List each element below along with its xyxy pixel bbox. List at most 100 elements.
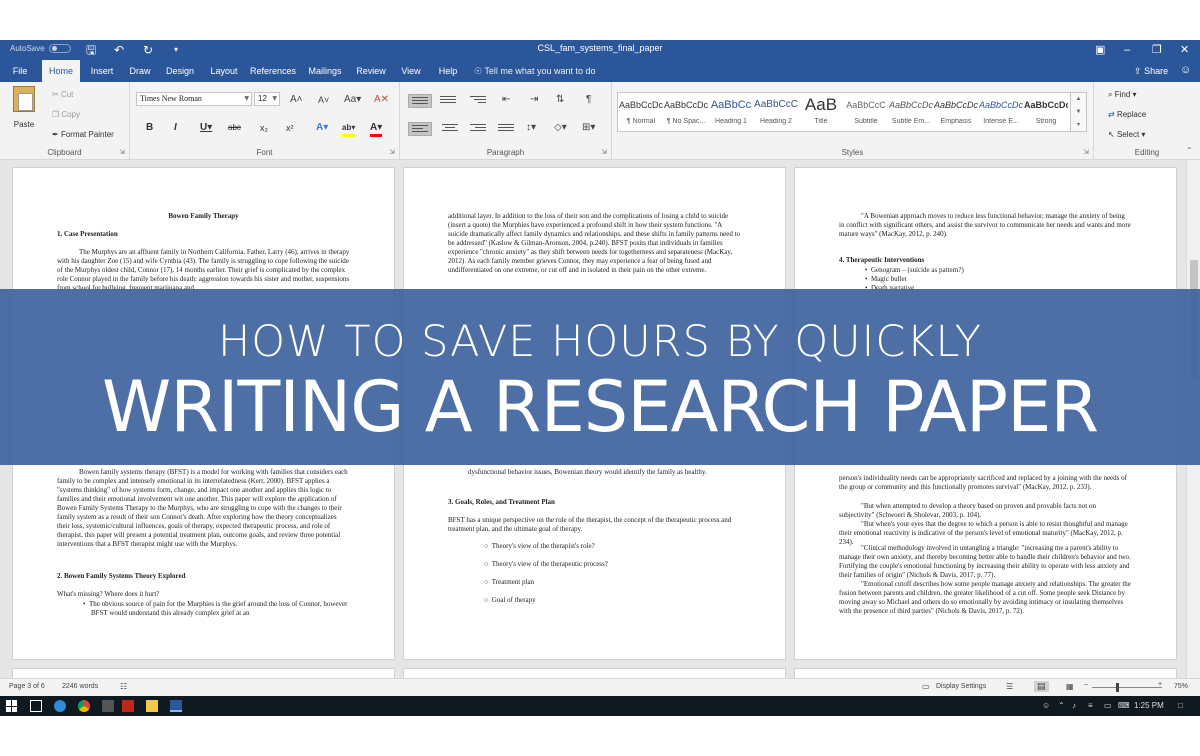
app-icon[interactable] xyxy=(102,700,114,712)
file-explorer-icon[interactable] xyxy=(146,700,158,712)
align-right-icon[interactable] xyxy=(470,124,486,136)
font-color-icon[interactable]: A▾ xyxy=(370,122,383,137)
cut-button[interactable]: ✂ Cut xyxy=(52,90,73,99)
dialog-launcher-icon[interactable]: ⇲ xyxy=(1083,148,1089,156)
battery-icon[interactable]: ▭ xyxy=(1104,701,1112,710)
clock[interactable]: 1:25 PM xyxy=(1134,701,1164,710)
paste-button[interactable]: Paste xyxy=(8,86,40,129)
smiley-feedback-icon[interactable]: ☺ xyxy=(1180,64,1191,76)
style-title[interactable]: AaB Title xyxy=(799,96,843,130)
print-layout-icon[interactable]: ▤ xyxy=(1034,681,1049,692)
tab-layout[interactable]: Layout xyxy=(206,60,242,82)
edge-browser-icon[interactable] xyxy=(54,700,66,712)
font-size-select[interactable]: 12 ▼ xyxy=(254,92,280,106)
style-no-spacing[interactable]: AaBbCcDc ¶ No Spac... xyxy=(664,96,708,130)
select-button[interactable]: ↖ Select ▾ xyxy=(1108,130,1145,139)
style-heading-2[interactable]: AaBbCcC Heading 2 xyxy=(754,96,798,130)
tray-overflow-icon[interactable]: ⌃ xyxy=(1058,701,1065,710)
font-name-select[interactable]: Times New Roman ▼ xyxy=(136,92,252,106)
shading-icon[interactable]: ◇▾ xyxy=(554,122,567,134)
sort-icon[interactable]: ⇅ xyxy=(556,94,564,106)
copy-button[interactable]: ❐ Copy xyxy=(52,110,80,119)
show-formatting-marks-icon[interactable]: ¶ xyxy=(586,94,591,106)
tab-mailings[interactable]: Mailings xyxy=(306,60,344,82)
notifications-icon[interactable]: □ xyxy=(1178,701,1183,710)
style-normal[interactable]: AaBbCcDc ¶ Normal xyxy=(619,96,663,130)
windows-start-icon[interactable] xyxy=(6,700,18,712)
bullets-icon[interactable] xyxy=(408,94,432,108)
style-intense-emphasis[interactable]: AaBbCcDc Intense E... xyxy=(979,96,1023,130)
borders-icon[interactable]: ⊞▾ xyxy=(582,122,595,134)
multilevel-list-icon[interactable] xyxy=(470,96,486,108)
tab-insert[interactable]: Insert xyxy=(86,60,118,82)
style-heading-1[interactable]: AaBbCc Heading 1 xyxy=(709,96,753,130)
ribbon-display-options-icon[interactable]: ▣ xyxy=(1095,42,1105,58)
volume-icon[interactable]: ♪ xyxy=(1072,701,1076,710)
italic-icon[interactable]: I xyxy=(174,122,177,134)
subscript-icon[interactable]: x₂ xyxy=(260,122,268,134)
style-emphasis[interactable]: AaBbCcDc Emphasis xyxy=(934,96,978,130)
align-center-icon[interactable] xyxy=(442,124,458,136)
clear-formatting-icon[interactable]: A✕ xyxy=(374,94,389,106)
zoom-slider-handle[interactable] xyxy=(1116,683,1119,692)
format-painter-button[interactable]: ✒ Format Painter xyxy=(52,130,114,139)
styles-gallery-scroll[interactable]: ▲ ▼ ▾ xyxy=(1071,92,1087,132)
display-settings-button[interactable]: Display Settings xyxy=(936,683,986,690)
style-strong[interactable]: AaBbCcDc Strong xyxy=(1024,96,1068,130)
network-icon[interactable]: ≡ xyxy=(1088,701,1093,710)
undo-icon[interactable]: ↶ xyxy=(114,42,124,58)
find-button[interactable]: ⌕ Find ▾ xyxy=(1108,90,1137,100)
style-subtitle[interactable]: AaBbCcC Subtitle xyxy=(844,96,888,130)
tab-home[interactable]: Home xyxy=(42,60,80,82)
tab-help[interactable]: Help xyxy=(434,60,462,82)
tab-design[interactable]: Design xyxy=(162,60,198,82)
restore-icon[interactable]: ❐ xyxy=(1152,42,1162,58)
align-left-icon[interactable] xyxy=(408,122,432,136)
highlight-color-icon[interactable]: ab▾ xyxy=(342,122,356,137)
zoom-in-icon[interactable]: + xyxy=(1158,681,1162,688)
people-icon[interactable]: ☺ xyxy=(1042,701,1050,710)
proofing-icon[interactable]: ☷ xyxy=(120,682,127,691)
document-page[interactable] xyxy=(794,668,1177,678)
dialog-launcher-icon[interactable]: ⇲ xyxy=(601,148,607,156)
underline-icon[interactable]: U▾ xyxy=(200,122,212,134)
decrease-indent-icon[interactable]: ⇤ xyxy=(502,94,510,106)
task-view-icon[interactable] xyxy=(30,700,42,712)
tab-references[interactable]: References xyxy=(250,60,296,82)
shrink-font-icon[interactable]: A˅ xyxy=(318,94,329,106)
collapse-ribbon-icon[interactable]: ⌃ xyxy=(1186,146,1193,155)
dialog-launcher-icon[interactable]: ⇲ xyxy=(119,148,125,156)
grow-font-icon[interactable]: A˄ xyxy=(290,94,303,106)
increase-indent-icon[interactable]: ⇥ xyxy=(530,94,538,106)
superscript-icon[interactable]: x² xyxy=(286,122,294,134)
tell-me-search[interactable]: ☉ Tell me what you want to do xyxy=(474,60,595,82)
tab-file[interactable]: File xyxy=(6,60,34,82)
close-icon[interactable]: ✕ xyxy=(1180,42,1189,58)
word-app-icon[interactable] xyxy=(170,700,182,712)
word-count[interactable]: 2246 words xyxy=(62,683,98,690)
text-effects-icon[interactable]: A▾ xyxy=(316,122,328,134)
tab-view[interactable]: View xyxy=(398,60,424,82)
tab-review[interactable]: Review xyxy=(354,60,388,82)
redo-icon[interactable]: ↻ xyxy=(143,42,153,58)
zoom-level[interactable]: 75% xyxy=(1174,683,1188,690)
document-page[interactable] xyxy=(12,668,395,678)
strikethrough-icon[interactable]: abc xyxy=(228,122,241,134)
document-page[interactable] xyxy=(403,668,786,678)
dialog-launcher-icon[interactable]: ⇲ xyxy=(389,148,395,156)
chrome-browser-icon[interactable] xyxy=(78,700,90,712)
line-spacing-icon[interactable]: ↕▾ xyxy=(526,122,536,134)
save-icon[interactable]: 🖫 xyxy=(86,42,96,58)
autosave-switch[interactable] xyxy=(48,44,71,53)
style-subtle-emphasis[interactable]: AaBbCcDc Subtle Em... xyxy=(889,96,933,130)
page-count[interactable]: Page 3 of 6 xyxy=(9,683,45,690)
web-layout-icon[interactable]: ▦ xyxy=(1066,682,1074,691)
justify-icon[interactable] xyxy=(498,124,514,136)
bold-icon[interactable]: B xyxy=(146,122,153,134)
autosave-toggle[interactable]: AutoSave xyxy=(10,44,71,53)
customize-quick-access-icon[interactable]: ▾ xyxy=(174,42,178,58)
change-case-icon[interactable]: Aa▾ xyxy=(344,94,361,106)
share-button[interactable]: ⇪ Share xyxy=(1134,60,1168,82)
read-mode-icon[interactable]: ☰ xyxy=(1006,682,1013,691)
tab-draw[interactable]: Draw xyxy=(126,60,154,82)
